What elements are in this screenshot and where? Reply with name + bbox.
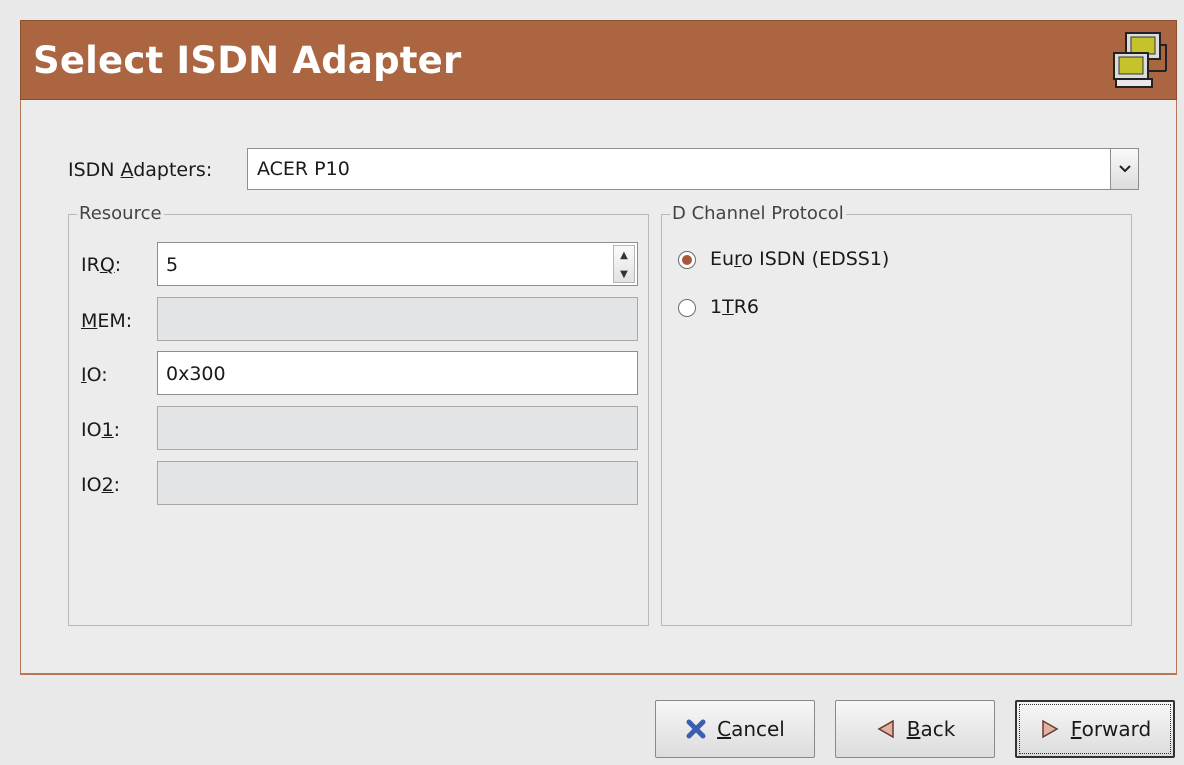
close-icon (686, 719, 706, 739)
cancel-button-label: Cancel (717, 717, 785, 741)
forward-arrow-icon (1042, 719, 1059, 739)
isdn-adapters-combobox[interactable]: ACER P10 (247, 148, 1139, 190)
radio-unselected-icon[interactable] (678, 299, 696, 317)
header-banner: Select ISDN Adapter (20, 20, 1177, 100)
radio-euro-isdn-label: Euro ISDN (EDSS1) (710, 248, 890, 270)
radio-selected-icon[interactable] (678, 251, 696, 269)
content-area: ISDN Adapters: ACER P10 Resource IRQ: 5 … (20, 100, 1177, 675)
radio-1tr6[interactable]: 1TR6 (678, 296, 878, 324)
cancel-button[interactable]: Cancel (655, 700, 815, 758)
io1-field (157, 406, 638, 450)
io2-field (157, 461, 638, 505)
radio-1tr6-label: 1TR6 (710, 296, 759, 318)
back-button-label: Back (906, 717, 956, 741)
io-label: IO: (81, 364, 108, 386)
irq-spinbutton[interactable]: 5 ▲ ▼ (157, 242, 638, 286)
chevron-down-icon[interactable] (1110, 149, 1138, 189)
io-field[interactable]: 0x300 (157, 351, 638, 395)
mem-field (157, 297, 638, 341)
spin-down-icon[interactable]: ▼ (614, 265, 634, 283)
resource-frame: Resource IRQ: 5 ▲ ▼ MEM: IO: 0x300 IO1: (68, 203, 649, 626)
irq-spin-control[interactable]: ▲ ▼ (613, 245, 635, 283)
irq-value: 5 (166, 254, 179, 276)
back-button[interactable]: Back (835, 700, 995, 758)
page-title: Select ISDN Adapter (33, 39, 462, 82)
irq-label: IRQ: (81, 254, 122, 276)
resource-frame-title: Resource (77, 203, 164, 224)
back-arrow-icon (877, 719, 894, 739)
spin-up-icon[interactable]: ▲ (614, 246, 634, 264)
radio-euro-isdn[interactable]: Euro ISDN (EDSS1) (678, 248, 978, 276)
io2-label: IO2: (81, 474, 121, 496)
forward-button-label: Forward (1070, 717, 1152, 741)
forward-button[interactable]: Forward (1015, 700, 1175, 758)
network-computers-icon (1113, 32, 1167, 88)
isdn-dialog: Select ISDN Adapter ISDN Adapters: ACER … (0, 0, 1184, 765)
mem-label: MEM: (81, 310, 133, 332)
d-channel-protocol-frame: D Channel Protocol Euro ISDN (EDSS1) 1TR… (661, 203, 1132, 626)
adapters-label: ISDN Adapters: (68, 159, 213, 181)
io1-label: IO1: (81, 419, 121, 441)
io-value: 0x300 (166, 363, 226, 385)
protocol-frame-title: D Channel Protocol (670, 203, 846, 224)
combo-value: ACER P10 (257, 158, 350, 180)
